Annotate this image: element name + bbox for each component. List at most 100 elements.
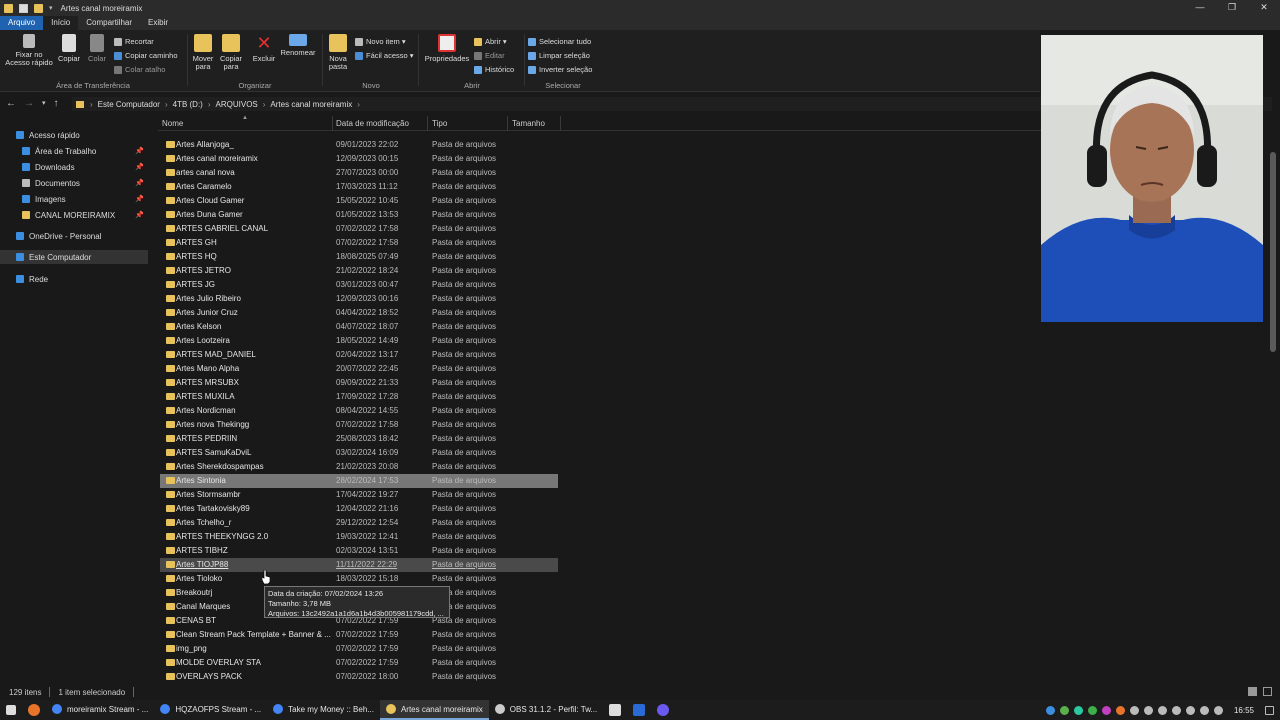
clock[interactable]: 16:55 — [1234, 706, 1254, 715]
sidebar-item-canal-moreiramix[interactable]: CANAL MOREIRAMIX 📌 — [0, 208, 148, 222]
pin-icon[interactable]: 📌 — [135, 147, 144, 155]
tab-exibir[interactable]: Exibir — [140, 16, 176, 30]
select-none-button[interactable]: Limpar seleção — [528, 51, 590, 60]
taskbar-app[interactable]: moreiramix Stream - ... — [46, 700, 154, 720]
pin-icon[interactable]: 📌 — [135, 195, 144, 203]
pin-quick-access-button[interactable]: Fixar no Acesso rápido — [4, 34, 54, 67]
chevron-right-icon[interactable]: › — [165, 100, 168, 109]
table-row[interactable]: Artes nova Thekingg 07/02/2022 17:58 Pasta… — [160, 418, 558, 432]
outlook-icon[interactable] — [633, 704, 646, 716]
column-divider[interactable] — [507, 116, 508, 131]
table-row[interactable]: ARTES HQ 18/08/2025 07:49 Pasta de arquivo… — [160, 250, 558, 264]
table-row[interactable]: img_png 07/02/2022 17:59 Pasta de arquivos — [160, 642, 558, 656]
new-folder-button[interactable]: Nova pasta — [325, 34, 351, 71]
forward-arrow-icon[interactable]: → — [24, 98, 34, 110]
table-row[interactable]: artes canal nova 27/07/2023 00:00 Pasta de… — [160, 166, 558, 180]
cut-button[interactable]: Recortar — [114, 37, 154, 46]
pin-icon[interactable]: 📌 — [135, 211, 144, 219]
taskbar-app[interactable]: OBS 31.1.2 - Perfil: Tw... — [489, 700, 603, 720]
table-row[interactable]: Artes Mano Alpha 20/07/2022 22:45 Pasta de… — [160, 362, 558, 376]
column-divider[interactable] — [332, 116, 333, 131]
taskbar-app[interactable]: HQZAOFPS Stream - ... — [154, 700, 267, 720]
table-row[interactable]: Artes Caramelo 17/03/2023 11:12 Pasta de a… — [160, 180, 558, 194]
chevron-right-icon[interactable]: › — [90, 100, 93, 109]
table-row[interactable]: Artes Julio Ribeiro 12/09/2023 00:16 Pasta… — [160, 292, 558, 306]
tray-app-icon[interactable] — [1115, 705, 1125, 715]
language-icon[interactable] — [1199, 705, 1209, 715]
sidebar-item-este-computador[interactable]: Este Computador — [0, 250, 148, 264]
table-row[interactable]: ARTES TIBHZ 02/03/2024 13:51 Pasta de arqu… — [160, 544, 558, 558]
network-icon[interactable] — [1143, 705, 1153, 715]
breadcrumb-drive[interactable]: 4TB (D:) — [173, 100, 203, 109]
copy-button[interactable]: Copiar — [56, 34, 82, 63]
chevron-down-icon[interactable]: ▾ — [49, 4, 53, 13]
wifi-icon[interactable] — [1185, 705, 1195, 715]
close-button[interactable]: ✕ — [1248, 0, 1280, 16]
minimize-button[interactable]: — — [1184, 0, 1216, 16]
new-folder-quick-icon[interactable] — [34, 3, 43, 13]
copy-path-button[interactable]: Copiar caminho — [114, 51, 178, 60]
sidebar-item-downloads[interactable]: Downloads 📌 — [0, 160, 148, 174]
table-row[interactable]: ARTES PEDRIIN 25/08/2023 18:42 Pasta de ar… — [160, 432, 558, 446]
browser-icon[interactable] — [28, 704, 40, 716]
pin-icon[interactable]: 📌 — [135, 163, 144, 171]
sidebar-item-imagens[interactable]: Imagens 📌 — [0, 192, 148, 206]
table-row[interactable]: ARTES GH 07/02/2022 17:58 Pasta de arquivo… — [160, 236, 558, 250]
chevron-right-icon[interactable]: › — [357, 100, 360, 109]
properties-quick-icon[interactable] — [19, 3, 28, 13]
table-row[interactable]: Artes Cloud Gamer 15/05/2022 10:45 Pasta d… — [160, 194, 558, 208]
column-modified[interactable]: Data de modificação — [336, 119, 409, 128]
details-view-icon[interactable] — [1248, 687, 1257, 696]
table-row[interactable]: ARTES JG 03/01/2023 00:47 Pasta de arquivo… — [160, 278, 558, 292]
paste-shortcut-button[interactable]: Colar atalho — [114, 65, 165, 74]
tab-inicio[interactable]: Início — [43, 16, 79, 30]
breadcrumb-this-pc[interactable]: Este Computador — [98, 100, 160, 109]
discord-icon[interactable] — [657, 704, 670, 716]
tab-compartilhar[interactable]: Compartilhar — [78, 16, 140, 30]
large-icons-view-icon[interactable] — [1263, 687, 1272, 696]
delete-button[interactable]: ✕ Excluir — [252, 34, 276, 63]
table-row[interactable]: Artes TIOJP88 11/11/2022 22:29 Pasta de ar… — [160, 558, 558, 572]
new-item-button[interactable]: Novo item ▾ — [355, 37, 406, 46]
tray-app-icon[interactable] — [1059, 705, 1069, 715]
breadcrumb-arquivos[interactable]: ARQUIVOS — [216, 100, 258, 109]
tray-app-icon[interactable] — [1073, 705, 1083, 715]
tray-app-icon[interactable] — [1045, 705, 1055, 715]
table-row[interactable]: Artes Sintonia 28/02/2024 17:53 Pasta de a… — [160, 474, 558, 488]
sidebar-item-onedrive-personal[interactable]: OneDrive - Personal — [0, 229, 148, 243]
column-name[interactable]: Nome — [162, 119, 183, 128]
breadcrumb-current[interactable]: Artes canal moreiramix — [270, 100, 352, 109]
table-row[interactable]: Clean Stream Pack Template + Banner & ..… — [160, 628, 558, 642]
recent-chevron-icon[interactable]: ▾ — [42, 98, 46, 110]
up-arrow-icon[interactable]: ↑ — [54, 98, 59, 110]
table-row[interactable]: Artes Tchelho_r 29/12/2022 12:54 Pasta de … — [160, 516, 558, 530]
table-row[interactable]: ARTES SamuKaDviL 03/02/2024 16:09 Pasta de… — [160, 446, 558, 460]
table-row[interactable]: ARTES MRSUBX 09/09/2022 21:33 Pasta de arq… — [160, 376, 558, 390]
table-row[interactable]: Artes Allanjoga_ 09/01/2023 22:02 Pasta de… — [160, 138, 558, 152]
open-button[interactable]: Abrir ▾ — [474, 37, 507, 46]
history-button[interactable]: Histórico — [474, 65, 514, 74]
chevron-right-icon[interactable]: › — [208, 100, 211, 109]
table-row[interactable]: Artes Nordicman 08/04/2022 14:55 Pasta de … — [160, 404, 558, 418]
taskbar-app[interactable]: Take my Money :: Beh... — [267, 700, 380, 720]
back-arrow-icon[interactable]: ← — [6, 98, 16, 110]
table-row[interactable]: Artes Junior Cruz 04/04/2022 18:52 Pasta d… — [160, 306, 558, 320]
table-row[interactable]: ARTES GABRIEL CANAL 07/02/2022 17:58 Pasta… — [160, 222, 558, 236]
play-icon[interactable] — [1087, 705, 1097, 715]
properties-button[interactable]: Propriedades — [424, 34, 470, 63]
tab-arquivo[interactable]: Arquivo — [0, 16, 44, 30]
table-row[interactable]: Artes Sherekdospampas 21/02/2023 20:08 Pas… — [160, 460, 558, 474]
pin-icon[interactable]: 📌 — [135, 179, 144, 187]
column-divider[interactable] — [427, 116, 428, 131]
select-all-button[interactable]: Selecionar tudo — [528, 37, 591, 46]
table-row[interactable]: Artes Kelson 04/07/2022 18:07 Pasta de arq… — [160, 320, 558, 334]
tray-app-icon[interactable] — [1171, 705, 1181, 715]
calculator-icon[interactable] — [609, 704, 622, 716]
column-divider[interactable] — [560, 116, 561, 131]
easy-access-button[interactable]: Fácil acesso ▾ — [355, 51, 414, 60]
table-row[interactable]: ARTES MUXILA 17/09/2022 17:28 Pasta de arq… — [160, 390, 558, 404]
maximize-button[interactable]: ❐ — [1216, 0, 1248, 16]
sidebar-item--rea-de-trabalho[interactable]: Área de Trabalho 📌 — [0, 144, 148, 158]
table-row[interactable]: Artes Lootzeira 18/05/2022 14:49 Pasta de … — [160, 334, 558, 348]
chevron-right-icon[interactable]: › — [263, 100, 266, 109]
